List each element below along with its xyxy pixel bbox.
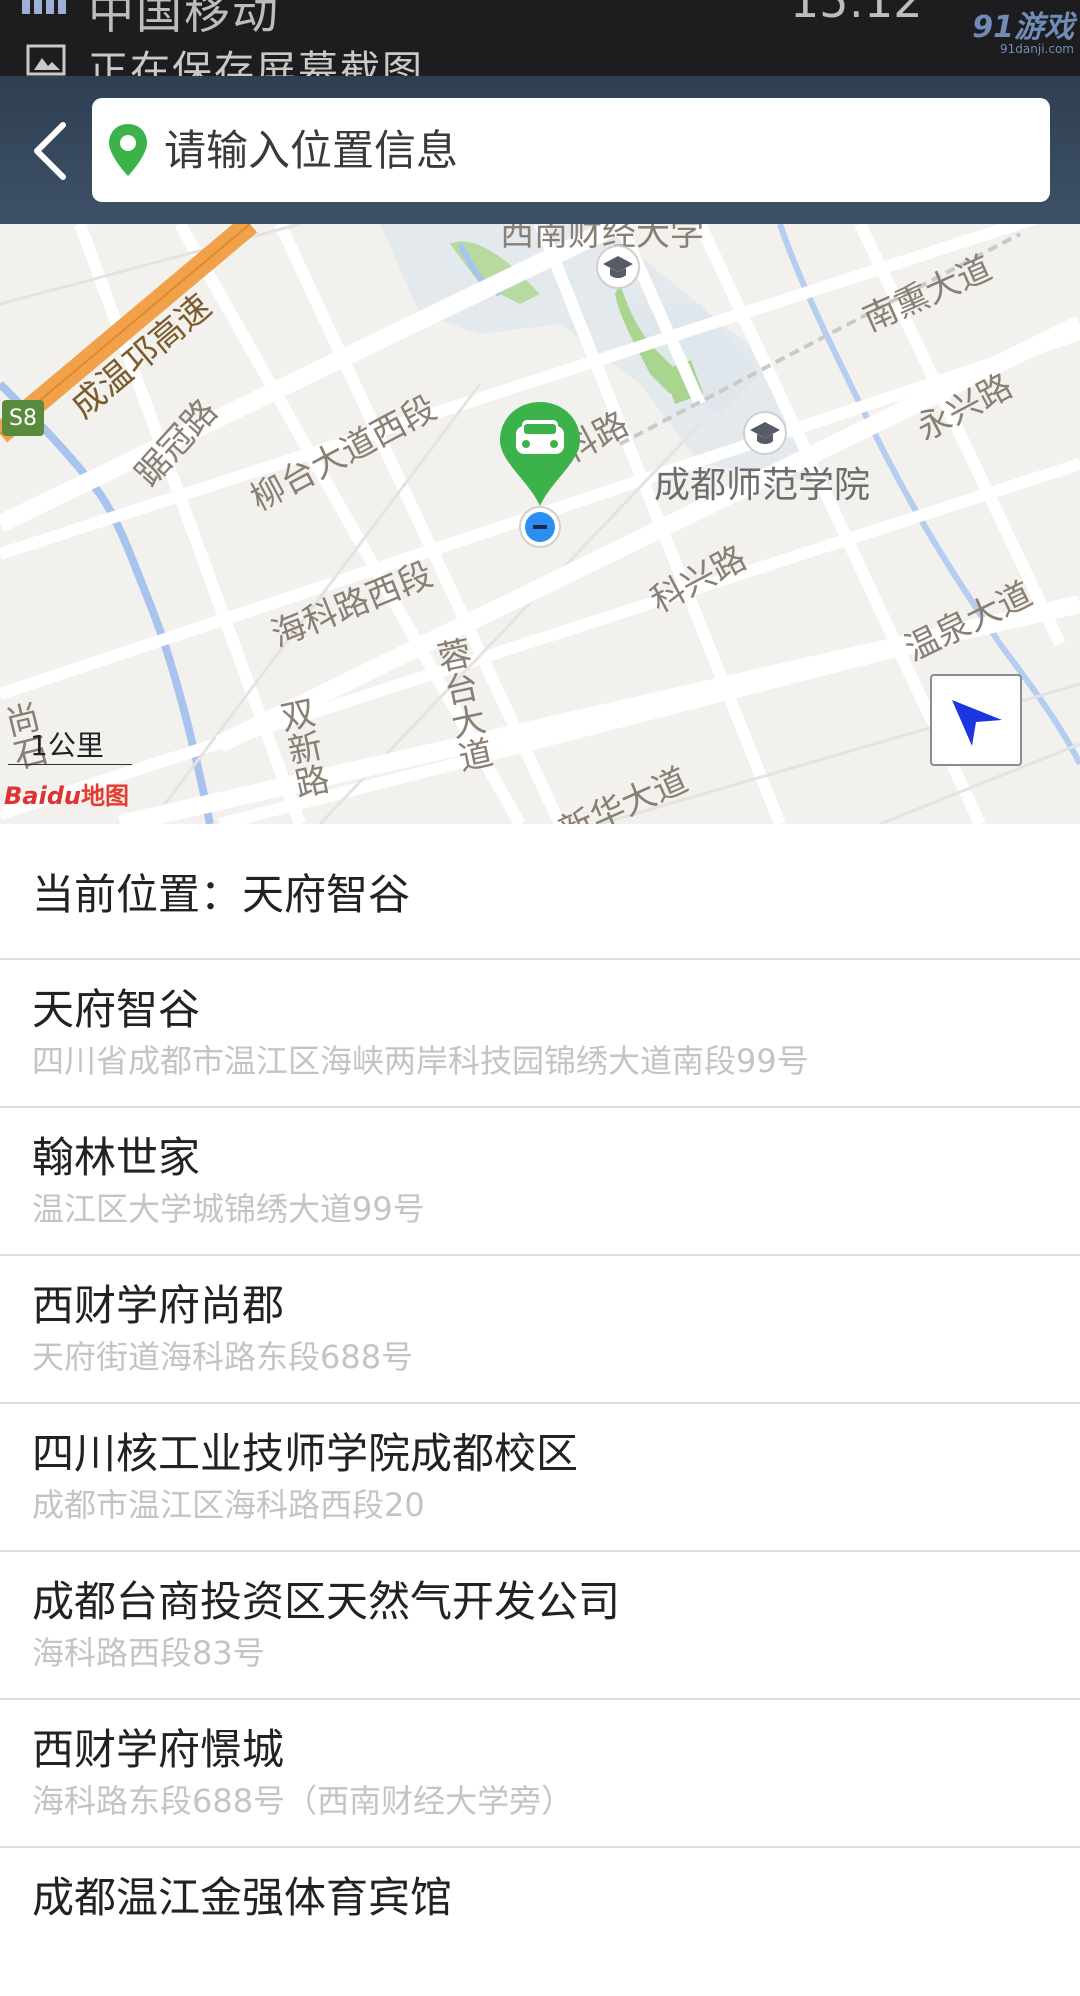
result-item[interactable]: 西财学府尚郡 天府街道海科路东段688号 [0, 1256, 1080, 1404]
location-pin-icon [106, 122, 150, 178]
search-input[interactable] [162, 104, 1050, 196]
result-address: 四川省成都市温江区海峡两岸科技园锦绣大道南段99号 [32, 1042, 809, 1080]
result-item[interactable]: 天府智谷 四川省成都市温江区海峡两岸科技园锦绣大道南段99号 [0, 960, 1080, 1108]
graduation-cap-icon [596, 245, 640, 289]
result-name: 成都温江金强体育宾馆 [32, 1873, 453, 1922]
result-name: 西财学府尚郡 [32, 1281, 285, 1330]
highway-shield: S8 [2, 400, 44, 436]
poi-label: 成都师范学院 [654, 465, 871, 506]
map-view[interactable]: 西南财经大学 成温邛高速 柳台大道西段 海科路西段 海科路 科兴路 南熏大道 永… [0, 224, 1080, 824]
result-item[interactable]: 翰林世家 温江区大学城锦绣大道99号 [0, 1108, 1080, 1256]
result-name: 天府智谷 [32, 985, 201, 1034]
result-name: 西财学府憬城 [32, 1725, 285, 1774]
result-item[interactable]: 西财学府憬城 海科路东段688号（西南财经大学旁） [0, 1700, 1080, 1848]
watermark-logo: 91游戏 91danji.com [972, 10, 1074, 56]
navigation-arrow-icon [952, 700, 1002, 746]
result-item[interactable]: 成都温江金强体育宾馆 [0, 1848, 1080, 1996]
result-name: 成都台商投资区天然气开发公司 [32, 1577, 621, 1626]
status-bar: 中国移动 15:12 正在保存屏幕截图 91游戏 91danji.com [0, 0, 1080, 76]
clock: 15:12 [790, 0, 923, 28]
car-marker-icon[interactable] [498, 400, 582, 508]
result-list: 当前位置：天府智谷 天府智谷 四川省成都市温江区海峡两岸科技园锦绣大道南段99号… [0, 824, 1080, 1996]
result-address: 海科路西段83号 [32, 1634, 265, 1672]
map-scale-bar [8, 764, 132, 765]
result-address: 温江区大学城锦绣大道99号 [32, 1190, 425, 1228]
map-scale-label: 1公里 [30, 729, 104, 762]
search-box[interactable] [92, 98, 1050, 202]
result-address: 海科路东段688号（西南财经大学旁） [32, 1782, 574, 1820]
graduation-cap-icon [743, 411, 787, 455]
result-address: 天府街道海科路东段688号 [32, 1338, 414, 1376]
result-item[interactable]: 成都台商投资区天然气开发公司 海科路西段83号 [0, 1552, 1080, 1700]
header [0, 76, 1080, 224]
notification-text: 正在保存屏幕截图 [88, 48, 424, 76]
screenshot-icon [26, 44, 66, 76]
location-dot-icon [519, 506, 561, 548]
signal-icon [22, 0, 66, 14]
result-address: 成都市温江区海科路西段20 [32, 1486, 425, 1524]
result-item[interactable]: 四川核工业技师学院成都校区 成都市温江区海科路西段20 [0, 1404, 1080, 1552]
back-button[interactable] [14, 108, 84, 194]
result-name: 翰林世家 [32, 1133, 201, 1182]
current-location[interactable]: 当前位置：天府智谷 [0, 824, 1080, 960]
result-name: 四川核工业技师学院成都校区 [32, 1429, 579, 1478]
chevron-left-icon [34, 122, 66, 180]
carrier-name: 中国移动 [88, 0, 280, 39]
baidu-map-logo: Baidu地图 [4, 782, 129, 810]
locate-button[interactable] [930, 674, 1022, 766]
